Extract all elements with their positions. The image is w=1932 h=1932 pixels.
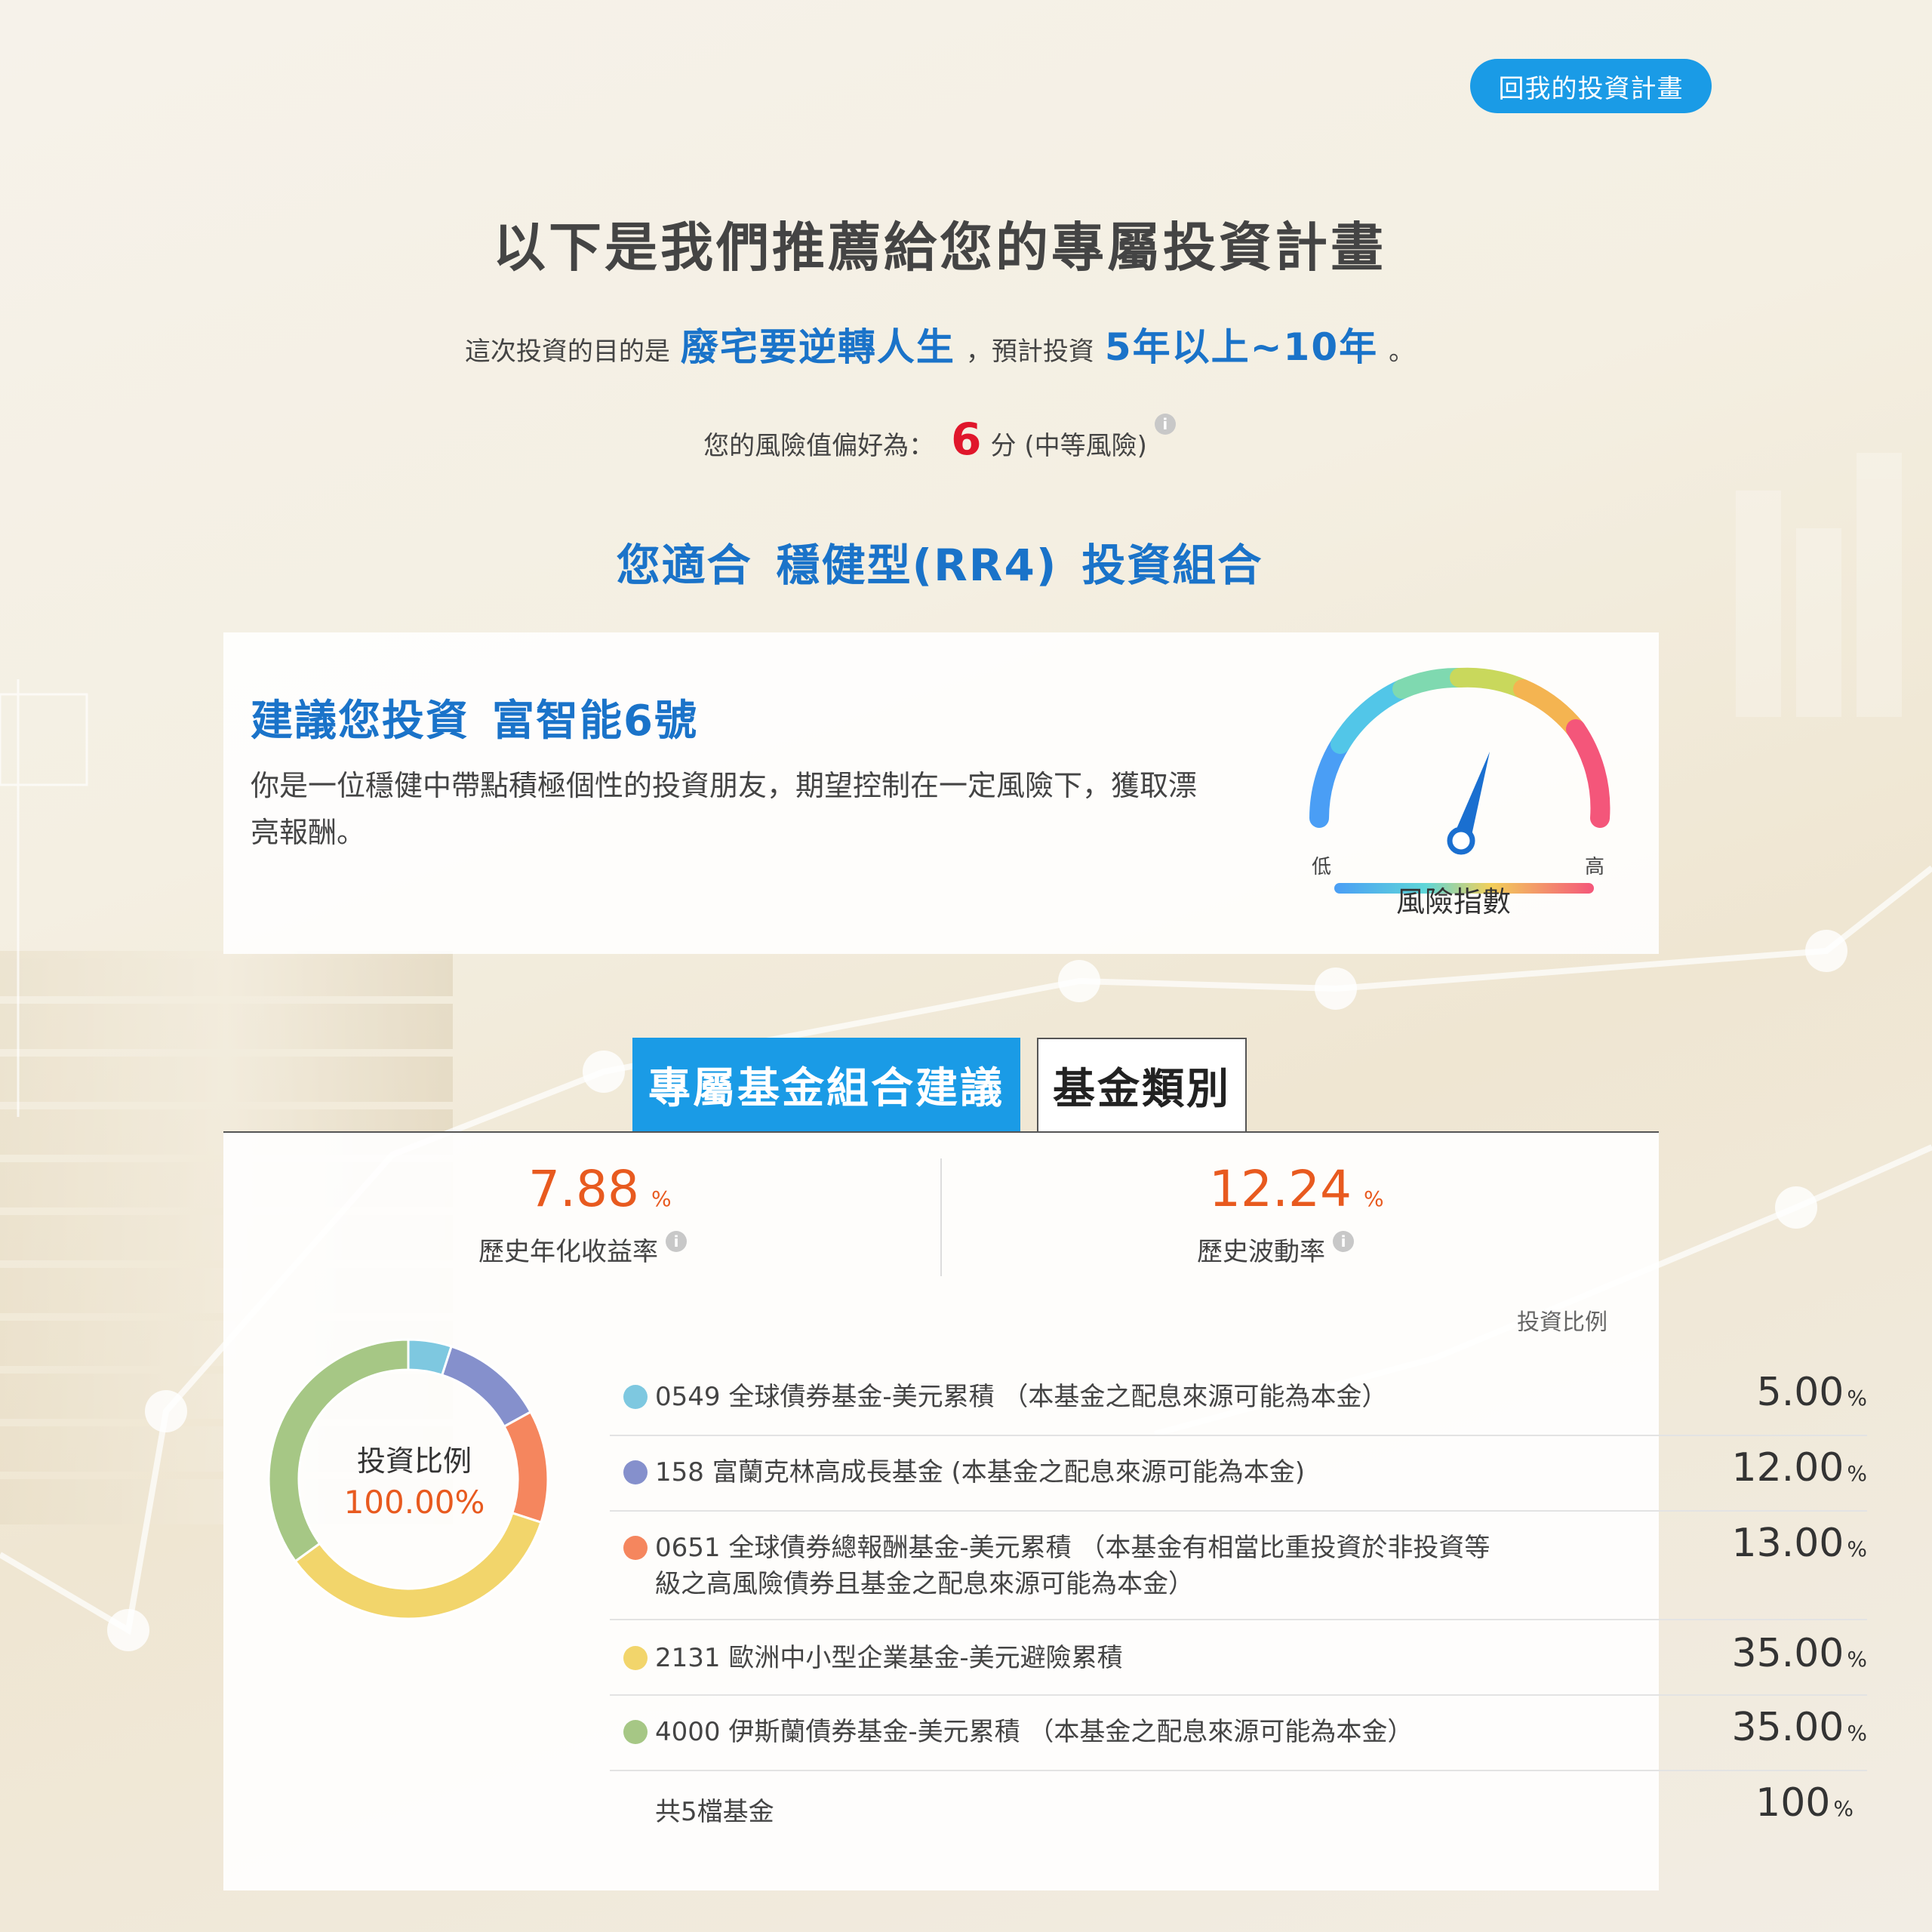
recommendation-card: 建議您投資 富智能6號 你是一位穩健中帶點積極個性的投資朋友，期望控制在一定風險下… bbox=[223, 632, 1659, 954]
tab-fund-portfolio[interactable]: 專屬基金組合建議 bbox=[632, 1038, 1020, 1131]
donut-center-label: 投資比例 bbox=[356, 1444, 472, 1478]
info-icon[interactable]: i bbox=[666, 1231, 687, 1252]
return-value-block: 7.88% bbox=[528, 1160, 672, 1218]
purpose-mid: ，預計投資 bbox=[965, 337, 1094, 367]
return-unit: % bbox=[651, 1186, 672, 1211]
portfolio-suitability: 您適合 穩健型(RR4) 投資組合 bbox=[0, 530, 1879, 593]
purpose-prefix: 這次投資的目的是 bbox=[464, 337, 670, 367]
tab-fund-category[interactable]: 基金類別 bbox=[1037, 1038, 1247, 1131]
legend-dot bbox=[623, 1720, 648, 1744]
purpose-goal: 廢宅要逆轉人生 bbox=[680, 325, 955, 369]
return-value: 7.88 bbox=[528, 1160, 639, 1218]
purpose-period: 5年以上~10年 bbox=[1104, 325, 1379, 369]
purpose-suffix: 。 bbox=[1389, 337, 1415, 367]
volatility-label-block: 歷史波動率 i bbox=[1197, 1231, 1354, 1268]
fund-row[interactable]: 0549 全球債券基金-美元累積 （本基金之配息來源可能為本金） 5.00% bbox=[610, 1359, 1867, 1436]
fund-row[interactable]: 2131 歐洲中小型企業基金-美元避險累積 35.00% bbox=[610, 1619, 1867, 1696]
fund-count: 共5檔基金 bbox=[655, 1797, 774, 1827]
suit-type: 穩健型(RR4) bbox=[776, 540, 1058, 591]
fund-percentage: 12.00% bbox=[1731, 1445, 1867, 1491]
legend-dot bbox=[623, 1536, 648, 1560]
portfolio-card: 7.88% 歷史年化收益率 i 12.24% 歷史波動率 i 投資比例 投資比例 1… bbox=[223, 1133, 1867, 1890]
suit-prefix: 您適合 bbox=[616, 540, 752, 591]
risk-level: (中等風險) bbox=[1024, 431, 1147, 461]
fund-row[interactable]: 0651 全球債券總報酬基金-美元累積 （本基金有相當比重投資於非投資等級之高風… bbox=[610, 1510, 1867, 1620]
fund-percentage: 13.00% bbox=[1731, 1521, 1867, 1566]
fund-percentage: 35.00% bbox=[1731, 1631, 1867, 1676]
suit-suffix: 投資組合 bbox=[1081, 540, 1263, 591]
legend-dot bbox=[623, 1460, 648, 1484]
gauge-title: 風險指數 bbox=[1396, 885, 1512, 918]
legend-dot bbox=[623, 1646, 648, 1670]
fund-row[interactable]: 4000 伊斯蘭債券基金-美元累積 （本基金之配息來源可能為本金） 35.00% bbox=[610, 1694, 1867, 1771]
return-label-block: 歷史年化收益率 i bbox=[478, 1231, 687, 1268]
rec-product: 富智能6號 bbox=[492, 697, 698, 746]
stats-divider bbox=[940, 1158, 942, 1276]
recommendation-description: 你是一位穩健中帶點積極個性的投資朋友，期望控制在一定風險下，獲取漂亮報酬。 bbox=[251, 769, 1198, 849]
gauge-high-label: 高 bbox=[1585, 856, 1605, 878]
risk-unit: 分 bbox=[990, 431, 1017, 461]
fund-row[interactable]: 158 富蘭克林高成長基金 (本基金之配息來源可能為本金) 12.00% bbox=[610, 1435, 1867, 1512]
fund-name[interactable]: 158 富蘭克林高成長基金 (本基金之配息來源可能為本金) bbox=[655, 1454, 1500, 1491]
donut-center-value: 100.00% bbox=[343, 1484, 485, 1521]
risk-score: 6 bbox=[951, 414, 982, 465]
volatility-value-block: 12.24% bbox=[1209, 1160, 1384, 1218]
fund-name[interactable]: 0651 全球債券總報酬基金-美元累積 （本基金有相當比重投資於非投資等級之高風… bbox=[655, 1530, 1500, 1602]
fund-name[interactable]: 0549 全球債券基金-美元累積 （本基金之配息來源可能為本金） bbox=[655, 1379, 1500, 1415]
risk-preference: 您的風險值偏好為： 6 分 (中等風險) i bbox=[0, 414, 1879, 465]
allocation-column-header: 投資比例 bbox=[1517, 1309, 1607, 1336]
volatility-unit: % bbox=[1363, 1186, 1384, 1211]
gauge-low-label: 低 bbox=[1312, 856, 1332, 878]
info-icon[interactable]: i bbox=[1333, 1231, 1354, 1252]
fund-percentage: 35.00% bbox=[1731, 1705, 1867, 1750]
back-to-my-plan-button[interactable]: 回我的投資計畫 bbox=[1470, 59, 1712, 113]
investment-purpose: 這次投資的目的是 廢宅要逆轉人生 ，預計投資 5年以上~10年。 bbox=[0, 317, 1879, 371]
fund-name[interactable]: 4000 伊斯蘭債券基金-美元累積 （本基金之配息來源可能為本金） bbox=[655, 1714, 1500, 1750]
volatility-label: 歷史波動率 bbox=[1197, 1237, 1325, 1267]
rec-prefix: 建議您投資 bbox=[251, 697, 469, 746]
return-label: 歷史年化收益率 bbox=[478, 1237, 658, 1267]
fund-name[interactable]: 2131 歐洲中小型企業基金-美元避險累積 bbox=[655, 1640, 1500, 1676]
fund-total-percentage: 100% bbox=[1755, 1780, 1854, 1826]
fund-percentage: 5.00% bbox=[1756, 1370, 1867, 1415]
page-title: 以下是我們推薦給您的專屬投資計畫 bbox=[493, 217, 1386, 278]
donut-center: 投資比例 100.00% bbox=[260, 1331, 557, 1628]
volatility-value: 12.24 bbox=[1209, 1160, 1352, 1218]
legend-dot bbox=[623, 1385, 648, 1409]
info-icon[interactable]: i bbox=[1154, 414, 1176, 435]
recommendation-title: 建議您投資 富智能6號 bbox=[251, 687, 698, 748]
risk-prefix: 您的風險值偏好為： bbox=[703, 431, 935, 461]
fund-total-row: 共5檔基金 100% bbox=[610, 1770, 1867, 1845]
